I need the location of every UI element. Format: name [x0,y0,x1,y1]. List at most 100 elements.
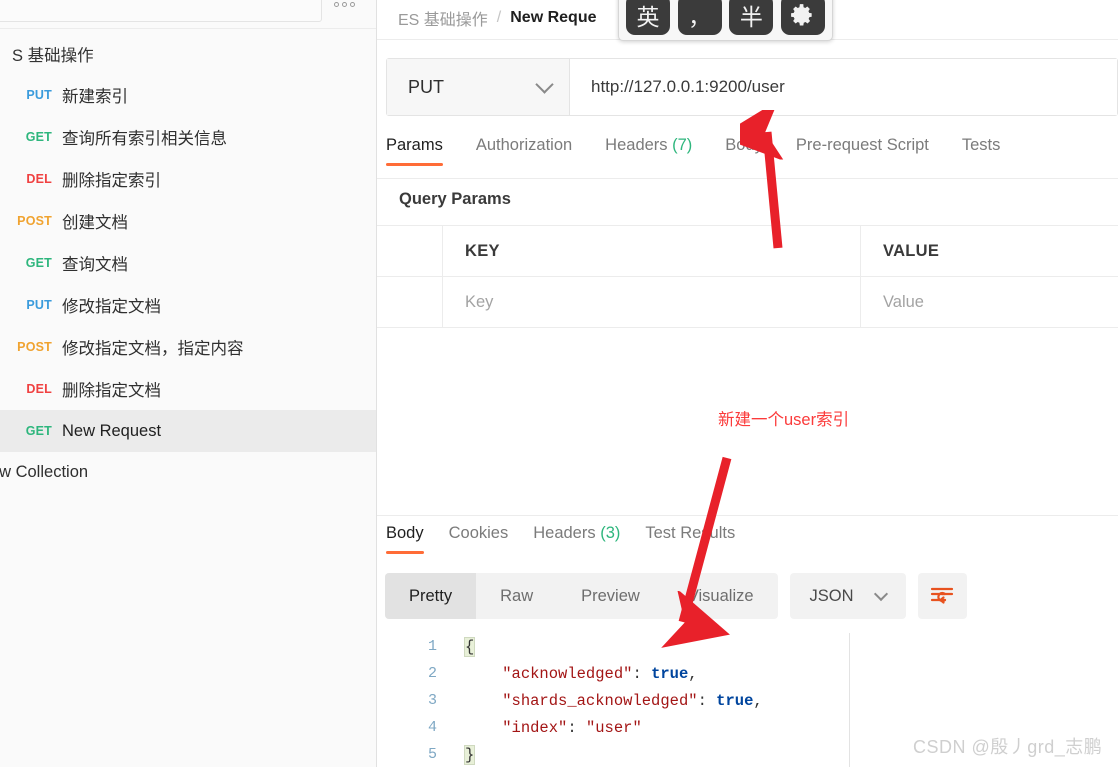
format-button-group: Pretty Raw Preview Visualize [385,573,778,619]
query-params-title: Query Params [399,190,511,208]
sidebar-divider [0,28,376,29]
tab-label: Params [386,136,443,154]
request-url-input[interactable]: http://127.0.0.1:9200/user [570,59,1117,115]
request-list-item[interactable]: POST 修改指定文档，指定内容 [0,326,376,368]
request-method-badge: GET [25,130,52,144]
ime-language-key[interactable]: 英 [626,0,670,35]
request-item-label: 新建索引 [62,88,128,106]
ime-floating-toolbar: 英，半 [618,0,833,41]
tab-label: Headers [533,524,596,542]
response-tab-test-results[interactable]: Test Results [645,520,735,554]
request-method-badge: DEL [26,172,52,186]
response-language-select[interactable]: JSON [789,573,906,619]
tab-label: Pre-request Script [795,136,929,154]
request-item-label: 查询文档 [62,256,128,274]
gear-icon [791,3,812,26]
request-list-item[interactable]: GET 查询所有索引相关信息 [0,116,376,158]
row-checkbox-cell [377,226,443,276]
new-collection-item[interactable]: New Collection [0,452,88,492]
request-tab-headers[interactable]: Headers (7) [605,132,692,166]
code-line: 3 "shards_acknowledged": true, [377,687,1118,714]
param-value-input[interactable]: Value [861,277,1118,327]
request-item-label: 删除指定文档 [62,382,161,400]
request-method-badge: PUT [26,298,52,312]
table-row[interactable]: Key Value [377,277,1118,328]
collection-header[interactable]: S 基础操作 [0,38,94,70]
code-line-text: { [445,636,1118,657]
request-list-item[interactable]: GET New Request [0,410,376,452]
request-tab-params[interactable]: Params [386,132,443,166]
request-list-item[interactable]: PUT 修改指定文档 [0,284,376,326]
main-panel: ES 基础操作 / New Reque PUT http://127.0.0.1… [377,0,1118,767]
ime-settings-key[interactable] [780,0,825,35]
wrap-text-button[interactable] [917,573,967,619]
request-list-item[interactable]: POST 创建文档 [0,200,376,242]
request-list-item[interactable]: DEL 删除指定索引 [0,158,376,200]
request-tab-pre-request-script[interactable]: Pre-request Script [796,132,929,166]
format-button-preview[interactable]: Preview [557,573,664,619]
request-method-badge: PUT [26,88,52,102]
request-tabs-divider [377,178,1118,179]
request-item-label: 删除指定索引 [62,172,161,190]
line-number: 2 [427,665,437,682]
response-tab-body[interactable]: Body [386,520,424,554]
param-key-input[interactable]: Key [443,277,861,327]
code-line: 2 "acknowledged": true, [377,660,1118,687]
code-line-text: "acknowledged": true, [502,664,698,683]
request-list-item[interactable]: DEL 删除指定文档 [0,368,376,410]
line-number: 3 [427,692,437,709]
tab-label: Tests [961,136,1001,154]
response-tab-headers[interactable]: Headers (3) [533,520,620,554]
request-tabs: Params Authorization Headers (7) Body Pre-re… [386,132,1118,178]
request-item-label: 创建文档 [62,214,128,232]
request-list-item[interactable]: GET 查询文档 [0,242,376,284]
request-item-label: New Request [62,421,162,440]
line-number: 1 [427,638,437,655]
http-method-select[interactable]: PUT [387,59,570,115]
chevron-down-icon [535,74,554,94]
request-method-badge: POST [17,340,52,354]
request-method-badge: GET [25,424,52,438]
matching-brace: { [463,636,476,657]
ime-punctuation-key[interactable]: ， [677,0,722,35]
http-method-label: PUT [408,76,444,97]
response-format-toolbar: Pretty Raw Preview Visualize JSON [385,573,967,619]
code-line: 1{ [377,633,1118,660]
column-header-value: VALUE [883,241,940,260]
table-header-row: KEY VALUE [377,226,1118,277]
request-tab-tests[interactable]: Tests [962,132,1001,166]
tab-label: Body [386,524,424,542]
line-number: 5 [427,746,437,763]
request-list-item[interactable]: PUT 新建索引 [0,74,376,116]
format-button-pretty[interactable]: Pretty [385,573,477,619]
request-item-label: 查询所有索引相关信息 [62,130,227,148]
response-tabs: Body Cookies Headers (3) Test Results [386,520,760,554]
request-tab-authorization[interactable]: Authorization [476,132,572,166]
response-divider [377,515,1118,516]
search-filter-input[interactable] [0,0,322,22]
tab-count-badge: (7) [667,136,693,154]
new-collection-label: New Collection [0,462,89,481]
request-url-bar: PUT http://127.0.0.1:9200/user [386,58,1118,116]
matching-brace: } [463,744,476,765]
query-params-table: KEY VALUE Key Value [377,225,1118,328]
breadcrumb: ES 基础操作 / New Reque [398,0,597,36]
breadcrumb-parent[interactable]: ES 基础操作 [398,6,488,30]
filter-icon [21,0,37,5]
ime-width-key[interactable]: 半 [729,0,774,35]
sidebar: S 基础操作 PUT 新建索引 GET 查询所有索引相关信息 DEL 删除指定索引 POST… [0,0,377,767]
chevron-down-icon [873,586,888,601]
annotation-note: 新建一个user索引 [718,411,850,429]
request-item-label: 修改指定文档 [62,298,161,316]
row-checkbox-cell[interactable] [377,277,443,327]
response-tab-cookies[interactable]: Cookies [449,520,509,554]
format-button-raw[interactable]: Raw [476,573,557,619]
response-language-label: JSON [809,586,854,605]
more-options-icon[interactable] [334,2,355,7]
tab-label: Headers [605,136,668,154]
request-tab-body[interactable]: Body [725,132,763,166]
request-method-badge: DEL [26,382,52,396]
tab-label: Test Results [645,524,736,542]
format-button-visualize[interactable]: Visualize [664,573,778,619]
collection-title: S 基础操作 [12,47,94,65]
